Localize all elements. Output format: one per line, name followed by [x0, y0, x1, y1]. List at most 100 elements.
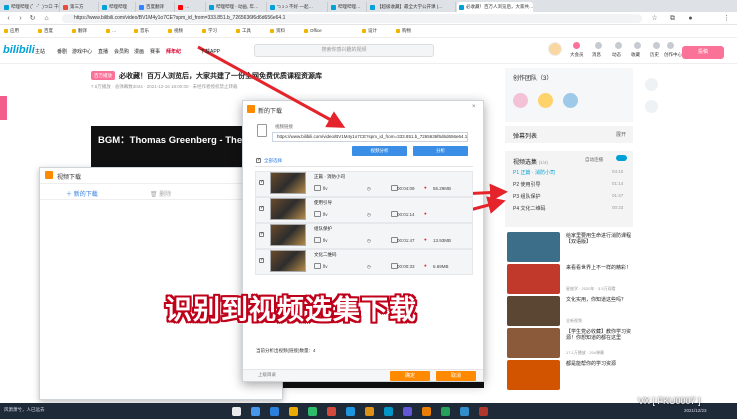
- folder-icon[interactable]: [314, 211, 321, 217]
- browser-tab[interactable]: “ɔ ɔ ɔ 不好·一起…: [268, 2, 328, 12]
- site-nav-item[interactable]: 番剧: [57, 48, 67, 55]
- nav-icon[interactable]: [573, 42, 580, 49]
- recommend-title[interactable]: 来看看世界上不一样的精彩！: [566, 265, 632, 271]
- recommend-meta: 星座学 · 2020年 · 3.5万观看: [566, 286, 616, 291]
- site-nav-item[interactable]: 直播: [98, 48, 108, 55]
- nav-icon[interactable]: [653, 42, 660, 49]
- taskbar-text: 风萧萧兮，人已远去: [4, 407, 45, 412]
- site-nav-item[interactable]: 漫画: [134, 48, 144, 55]
- bookmark-item[interactable]: 工具: [236, 28, 251, 34]
- site-nav-item[interactable]: 拜年纪: [166, 48, 181, 55]
- folder-icon[interactable]: [314, 237, 321, 243]
- site-nav-item[interactable]: 下载APP: [200, 48, 220, 55]
- bookmark-item[interactable]: Office: [304, 28, 322, 33]
- recommend-title[interactable]: 都是能帮你的学习资源: [566, 361, 632, 367]
- nav-icon[interactable]: [595, 42, 602, 49]
- avatar[interactable]: [548, 42, 562, 56]
- recommend-title[interactable]: 文化实用，你知道这些吗？: [566, 297, 632, 303]
- taskbar-app-icon[interactable]: [346, 407, 355, 416]
- taskbar-app-icon[interactable]: [270, 407, 279, 416]
- folder-icon[interactable]: [314, 185, 321, 191]
- browser-tab[interactable]: 【超级收藏】最全大学公开课 (…: [368, 2, 456, 12]
- bookmark-item[interactable]: 翻译: [72, 28, 87, 34]
- file-thumbnail: [270, 250, 306, 272]
- taskbar-app-icon[interactable]: [460, 407, 469, 416]
- user-nav-item[interactable]: 收藏: [631, 52, 640, 58]
- file-checkbox[interactable]: [259, 231, 264, 237]
- taskbar-app-icon[interactable]: [365, 407, 374, 416]
- recommend-thumbnail[interactable]: [507, 232, 560, 262]
- file-size: 6.69MB: [433, 264, 449, 269]
- taskbar-app-icon[interactable]: [422, 407, 431, 416]
- file-duration: 00:01:14: [397, 212, 415, 217]
- user-nav-item[interactable]: 动态: [612, 52, 621, 58]
- user-nav-item[interactable]: 创作中心: [664, 52, 682, 58]
- episode-item[interactable]: P3 组队保护: [513, 193, 541, 200]
- file-format: flv: [323, 212, 328, 217]
- browser-tab[interactable]: 百度翻译: [137, 2, 175, 12]
- browser-tab[interactable]: 哔哩哔哩…: [329, 2, 367, 12]
- taskbar-app-icon[interactable]: [327, 407, 336, 416]
- episode-duration: 01:47: [612, 193, 624, 198]
- bookmark-item[interactable]: …: [106, 28, 117, 33]
- tab-label: “ɔ ɔ ɔ 不好·一起…: [277, 4, 313, 9]
- nav-icon[interactable]: [667, 42, 674, 49]
- overlay-caption: 识别到视频选集下载: [165, 295, 417, 325]
- bookmark-item[interactable]: 资料: [270, 28, 285, 34]
- tab-favicon-icon: [139, 4, 144, 10]
- browser-tab[interactable]: 哔哩哔哩: [100, 2, 136, 12]
- bookmark-item[interactable]: 设计: [362, 28, 377, 34]
- file-thumbnail: [270, 224, 306, 246]
- bookmark-item[interactable]: 音乐: [134, 28, 149, 34]
- file-checkbox[interactable]: [259, 257, 264, 263]
- bookmark-item[interactable]: 应用: [4, 28, 19, 34]
- status-icon: ●: [424, 237, 427, 242]
- browser-tab[interactable]: 必收藏！百万人浏览后，大家共…: [457, 2, 533, 12]
- bookmark-item[interactable]: 视频: [168, 28, 183, 34]
- site-nav-item[interactable]: 赛事: [150, 48, 160, 55]
- site-nav-item[interactable]: 主站: [35, 48, 45, 55]
- episode-item[interactable]: P1 正篇 · 消防小司: [513, 169, 555, 176]
- nav-icon[interactable]: [634, 42, 641, 49]
- clock-icon: ◷: [367, 186, 371, 191]
- recommend-title[interactable]: 【学生党必收藏】教你学习资源！你想知道的都在这里: [566, 329, 632, 341]
- user-nav-item[interactable]: 消息: [592, 52, 601, 58]
- browser-tab[interactable]: 第三方: [61, 2, 99, 12]
- recommend-thumbnail[interactable]: [507, 360, 560, 390]
- taskbar-app-icon[interactable]: [232, 407, 241, 416]
- recommend-meta: 17.1万播放 · 204弹幕: [566, 350, 605, 355]
- taskbar-app-icon[interactable]: [403, 407, 412, 416]
- taskbar-app-icon[interactable]: [384, 407, 393, 416]
- site-nav-item[interactable]: 游戏中心: [72, 48, 92, 55]
- file-size: 55.29MB: [433, 186, 452, 191]
- bookmark-item[interactable]: 学习: [202, 28, 217, 34]
- episode-duration: 01:14: [612, 181, 624, 186]
- browser-tab[interactable]: …: [176, 2, 206, 12]
- file-name: 文化二维码: [314, 252, 337, 257]
- recommend-thumbnail[interactable]: [507, 328, 560, 358]
- file-checkbox[interactable]: [259, 179, 264, 185]
- nav-icon[interactable]: [615, 42, 622, 49]
- bookmark-item[interactable]: 购物: [396, 28, 411, 34]
- recommend-title[interactable]: 给家里要用生命进行消防课程【双语版】: [566, 233, 632, 245]
- user-nav-item[interactable]: 大会员: [570, 52, 584, 58]
- tab-label: 必收藏！百万人浏览后，大家共…: [466, 4, 533, 9]
- browser-tab[interactable]: 哔哩哔哩 (゜-゜)つロ 干杯~-bilibili: [2, 2, 60, 12]
- episode-item[interactable]: P4 文化二维码: [513, 205, 546, 212]
- tab-favicon-icon: [178, 4, 183, 10]
- recommend-thumbnail[interactable]: [507, 264, 560, 294]
- bookmark-item[interactable]: 百度: [38, 28, 53, 34]
- taskbar-app-icon[interactable]: [251, 407, 260, 416]
- recommend-thumbnail[interactable]: [507, 296, 560, 326]
- taskbar-app-icon[interactable]: [441, 407, 450, 416]
- episode-item[interactable]: P2 使用引导: [513, 181, 541, 188]
- taskbar-app-icon[interactable]: [308, 407, 317, 416]
- site-nav-item[interactable]: 会员购: [114, 48, 129, 55]
- tab-favicon-icon: [4, 4, 9, 10]
- taskbar-app-icon[interactable]: [479, 407, 488, 416]
- browser-tab[interactable]: 哔哩哔哩 - 动画, 年…: [207, 2, 267, 12]
- folder-icon[interactable]: [314, 263, 321, 269]
- user-nav-item[interactable]: 历史: [650, 52, 659, 58]
- taskbar-app-icon[interactable]: [289, 407, 298, 416]
- file-checkbox[interactable]: [259, 205, 264, 211]
